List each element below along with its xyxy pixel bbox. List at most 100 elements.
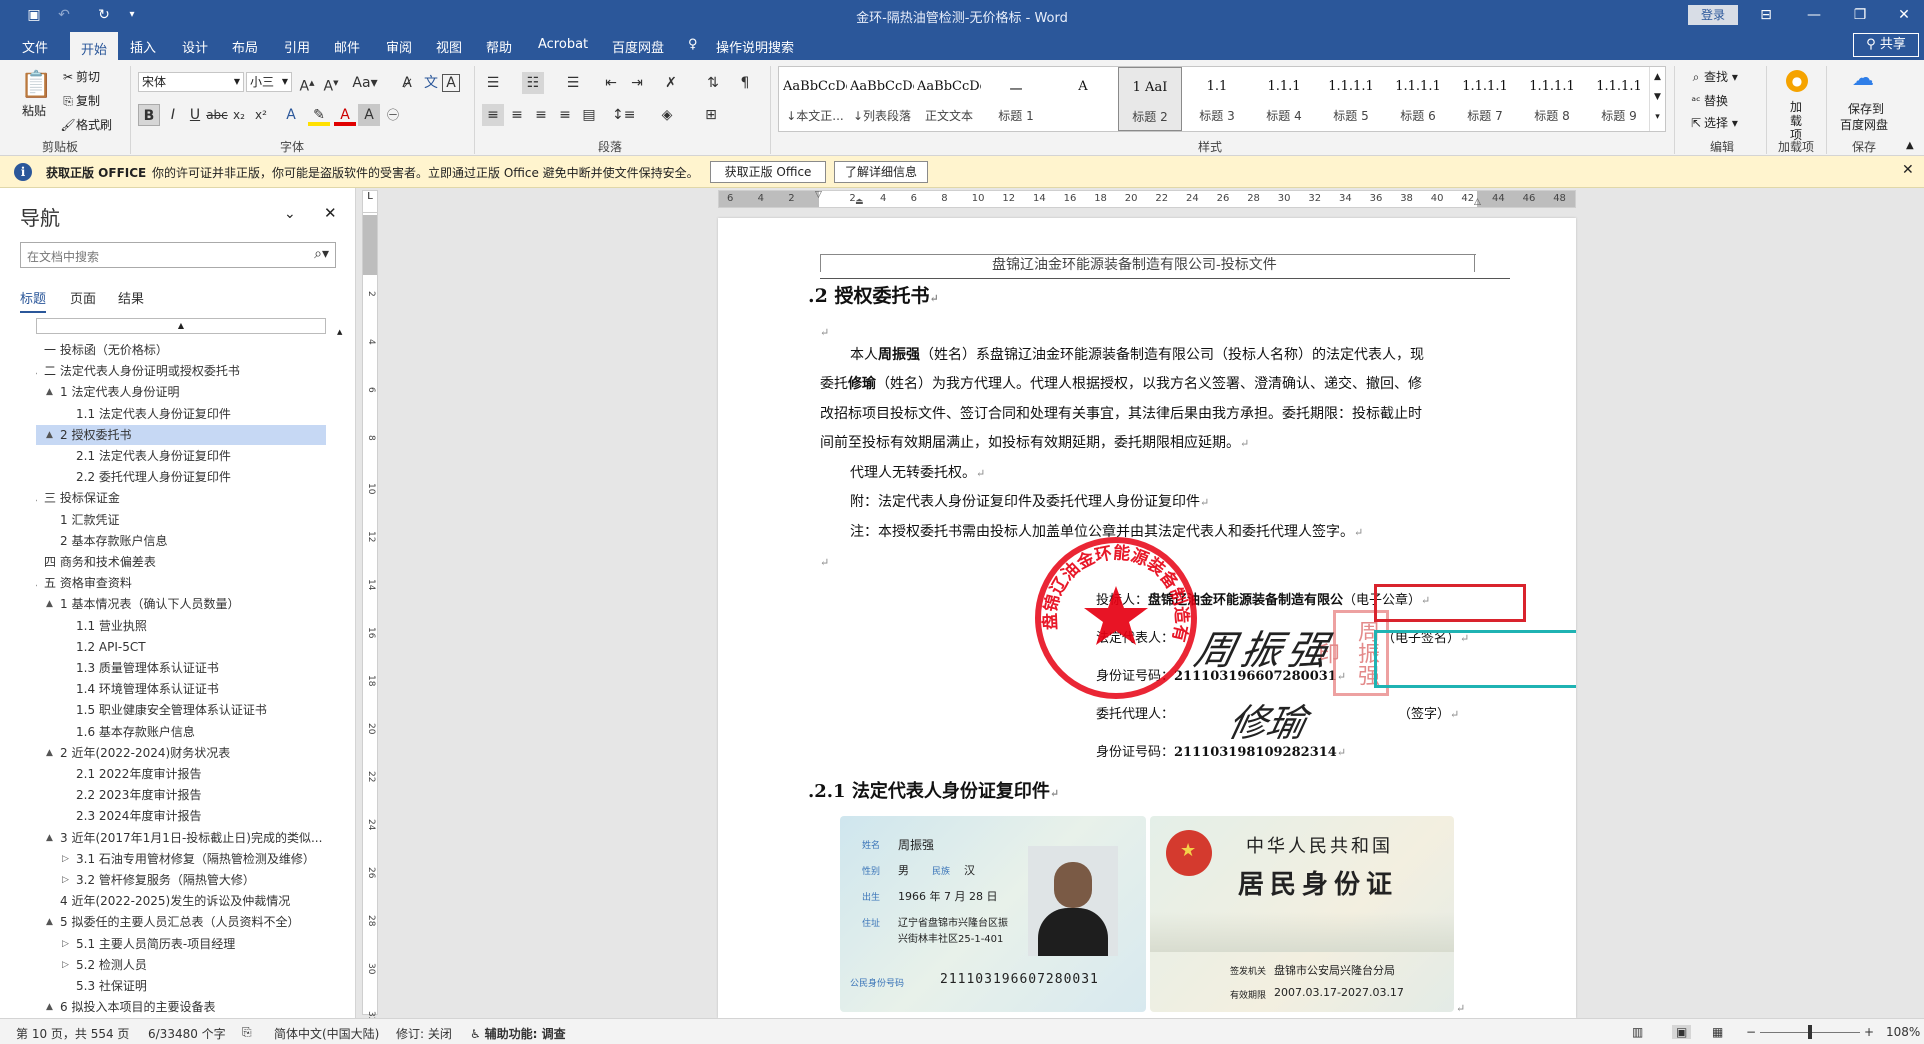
style-5[interactable]: A xyxy=(1051,67,1115,131)
superscript-button[interactable]: x² xyxy=(250,104,272,126)
nav-heading-item[interactable]: ▲ 2 授权委托书 xyxy=(36,424,326,445)
find-button[interactable]: ⌕ 查找 ▾ xyxy=(1688,68,1738,85)
nav-heading-item[interactable]: 2.1 2022年度审计报告 xyxy=(36,764,326,784)
vertical-ruler[interactable]: L 2 4 6 8 10 12 14 16 18 20 22 24 26 28 30 32 xyxy=(362,190,378,1022)
char-shading-icon[interactable]: A xyxy=(358,104,380,126)
nav-heading-item[interactable]: 1.4 环境管理体系认证证书 xyxy=(36,679,326,699)
zoom-out-icon[interactable]: − xyxy=(1746,1025,1756,1039)
format-painter-button[interactable]: 🖌格式刷 xyxy=(60,116,112,133)
expand-triangle-icon[interactable]: ▷ xyxy=(62,849,69,869)
replace-button[interactable]: ᵃᶜ 替换 xyxy=(1688,92,1728,109)
addins-button[interactable]: 加载项 xyxy=(1790,100,1804,142)
collapse-triangle-icon[interactable]: ▲ xyxy=(36,361,37,381)
nav-heading-item[interactable]: 1.3 质量管理体系认证证书 xyxy=(36,658,326,678)
collapse-all-icon[interactable]: ▲ xyxy=(36,318,326,334)
proofing-icon[interactable]: ⎘ xyxy=(242,1025,252,1040)
baidu-cloud-icon[interactable]: ☁ xyxy=(1852,66,1874,91)
strikethrough-button[interactable]: abc xyxy=(206,104,228,126)
tab-home[interactable]: 开始 xyxy=(70,32,119,60)
tab-help[interactable]: 帮助 xyxy=(486,37,512,56)
italic-button[interactable]: I xyxy=(162,104,184,126)
tab-references[interactable]: 引用 xyxy=(284,37,310,56)
collapse-triangle-icon[interactable]: ▲ xyxy=(46,997,53,1017)
style-10[interactable]: 1.1.1.1 标题 6 xyxy=(1386,67,1450,131)
restore-icon[interactable]: ❐ xyxy=(1846,4,1874,26)
nav-heading-item[interactable]: ▲ 3 近年(2017年1月1日-投标截止日)完成的类似... xyxy=(36,828,326,848)
track-changes-status[interactable]: 修订: 关闭 xyxy=(396,1025,452,1042)
nav-heading-item[interactable]: 4 近年(2022-2025)发生的诉讼及仲裁情况 xyxy=(36,891,326,911)
numbering-icon[interactable]: ☷ xyxy=(522,72,544,94)
print-layout-icon[interactable]: ▣ xyxy=(1672,1025,1692,1039)
style-6[interactable]: 1 AaI 标题 2 xyxy=(1118,67,1182,131)
zoom-slider-thumb[interactable] xyxy=(1808,1025,1812,1039)
login-button[interactable]: 登录 xyxy=(1688,5,1738,25)
nav-heading-item[interactable]: 2.2 委托代理人身份证复印件 xyxy=(36,467,326,487)
enclose-char-icon[interactable]: ㊀ xyxy=(382,104,404,126)
nav-heading-item[interactable]: 一 投标函（无价格标） xyxy=(36,340,326,360)
save-to-baidu-button[interactable]: 保存到 xyxy=(1848,100,1884,117)
tab-pages[interactable]: 页面 xyxy=(70,288,96,307)
nav-heading-item[interactable]: 1.5 职业健康安全管理体系认证证书 xyxy=(36,700,326,720)
style-8[interactable]: 1.1.1 标题 4 xyxy=(1252,67,1316,131)
nav-heading-item[interactable]: 四 商务和技术偏差表 xyxy=(36,552,326,572)
shading-icon[interactable]: ◈ xyxy=(656,104,678,126)
nav-search-input[interactable]: 在文档中搜索 ⌕▾ xyxy=(20,242,336,268)
style-9[interactable]: 1.1.1.1 标题 5 xyxy=(1319,67,1383,131)
close-window-icon[interactable]: ✕ xyxy=(1890,4,1918,26)
tell-me-icon[interactable]: ♀ xyxy=(688,37,698,52)
tab-view[interactable]: 视图 xyxy=(436,37,462,56)
scroll-up-icon[interactable]: ▲ xyxy=(337,328,342,336)
expand-triangle-icon[interactable]: ▷ xyxy=(62,870,69,890)
tab-headings[interactable]: 标题 xyxy=(20,288,47,313)
show-marks-icon[interactable]: ¶ xyxy=(734,72,756,94)
font-size-select[interactable]: 小三 ▼ xyxy=(246,72,292,92)
learn-more-button[interactable]: 了解详细信息 xyxy=(834,161,928,183)
tab-insert[interactable]: 插入 xyxy=(130,37,156,56)
distribute-icon[interactable]: ▤ xyxy=(578,104,600,126)
tab-layout[interactable]: 布局 xyxy=(232,37,258,56)
text-effects-icon[interactable]: A xyxy=(280,104,302,126)
collapse-triangle-icon[interactable]: ▲ xyxy=(46,912,53,932)
nav-heading-item[interactable]: 1.1 法定代表人身份证复印件 xyxy=(36,404,326,424)
nav-heading-item[interactable]: ▲ 三 投标保证金 xyxy=(36,488,326,508)
highlight-icon[interactable]: ✎ xyxy=(308,104,330,126)
collapse-triangle-icon[interactable]: ▲ xyxy=(46,425,53,445)
tab-acrobat[interactable]: Acrobat xyxy=(538,37,588,52)
style-11[interactable]: 1.1.1.1 标题 7 xyxy=(1453,67,1517,131)
nav-scrollbar[interactable]: ▲ xyxy=(334,328,346,1008)
nav-heading-item[interactable]: 2 基本存款账户信息 xyxy=(36,531,326,551)
nav-heading-item[interactable]: 2.1 法定代表人身份证复印件 xyxy=(36,446,326,466)
styles-more-icon[interactable]: ▲ ▼ ▾ xyxy=(1649,67,1665,131)
nav-heading-item[interactable]: ▲ 五 资格审查资料 xyxy=(36,573,326,593)
paste-icon[interactable]: 📋 xyxy=(20,70,52,100)
expand-triangle-icon[interactable]: ▷ xyxy=(62,955,69,975)
collapse-ribbon-icon[interactable]: ▲ xyxy=(1906,140,1914,151)
chinese-layout-icon[interactable]: ✗ xyxy=(660,72,682,94)
tab-design[interactable]: 设计 xyxy=(182,37,208,56)
align-left-icon[interactable]: ≡ xyxy=(482,104,504,126)
line-spacing-icon[interactable]: ↕≡ xyxy=(612,104,635,126)
style-12[interactable]: 1.1.1.1 标题 8 xyxy=(1520,67,1584,131)
tab-results[interactable]: 结果 xyxy=(118,288,144,307)
nav-heading-item[interactable]: 2.3 2024年度审计报告 xyxy=(36,806,326,826)
nav-heading-item[interactable]: ▲ 6 拟投入本项目的主要设备表 xyxy=(36,997,326,1017)
collapse-triangle-icon[interactable]: ▲ xyxy=(46,828,53,848)
tab-review[interactable]: 审阅 xyxy=(386,37,412,56)
share-button[interactable]: ⚲ 共享 xyxy=(1853,33,1919,57)
justify-icon[interactable]: ≡ xyxy=(554,104,576,126)
nav-heading-item[interactable]: ▷ 5.2 检测人员 xyxy=(36,955,326,975)
close-icon[interactable]: ✕ xyxy=(324,204,337,222)
style-3[interactable]: AaBbCcDdI 正文文本 xyxy=(917,67,981,131)
nav-heading-item[interactable]: ▲ 5 拟委任的主要人员汇总表（人员资料不全） xyxy=(36,912,326,932)
nav-heading-item[interactable]: ▷ 5.1 主要人员简历表-项目经理 xyxy=(36,934,326,954)
align-right-icon[interactable]: ≡ xyxy=(530,104,552,126)
nav-options-icon[interactable]: ⌄ xyxy=(284,206,296,222)
pinyin-icon[interactable]: 文 xyxy=(420,72,442,94)
horizontal-ruler[interactable]: 6 4 2 2 4 6 8 10 12 14 16 18 20 22 24 26 28 30 32 34 36 38 40 4… xyxy=(718,190,1576,208)
shrink-font-icon[interactable]: A▼ xyxy=(320,72,342,95)
multilevel-list-icon[interactable]: ☰ xyxy=(562,72,584,94)
font-name-select[interactable]: 宋体 ▼ xyxy=(138,72,244,92)
select-button[interactable]: ⇱ 选择 ▾ xyxy=(1688,114,1738,131)
word-count[interactable]: 6/33480 个字 xyxy=(148,1025,226,1042)
collapse-triangle-icon[interactable]: ▲ xyxy=(46,743,53,763)
